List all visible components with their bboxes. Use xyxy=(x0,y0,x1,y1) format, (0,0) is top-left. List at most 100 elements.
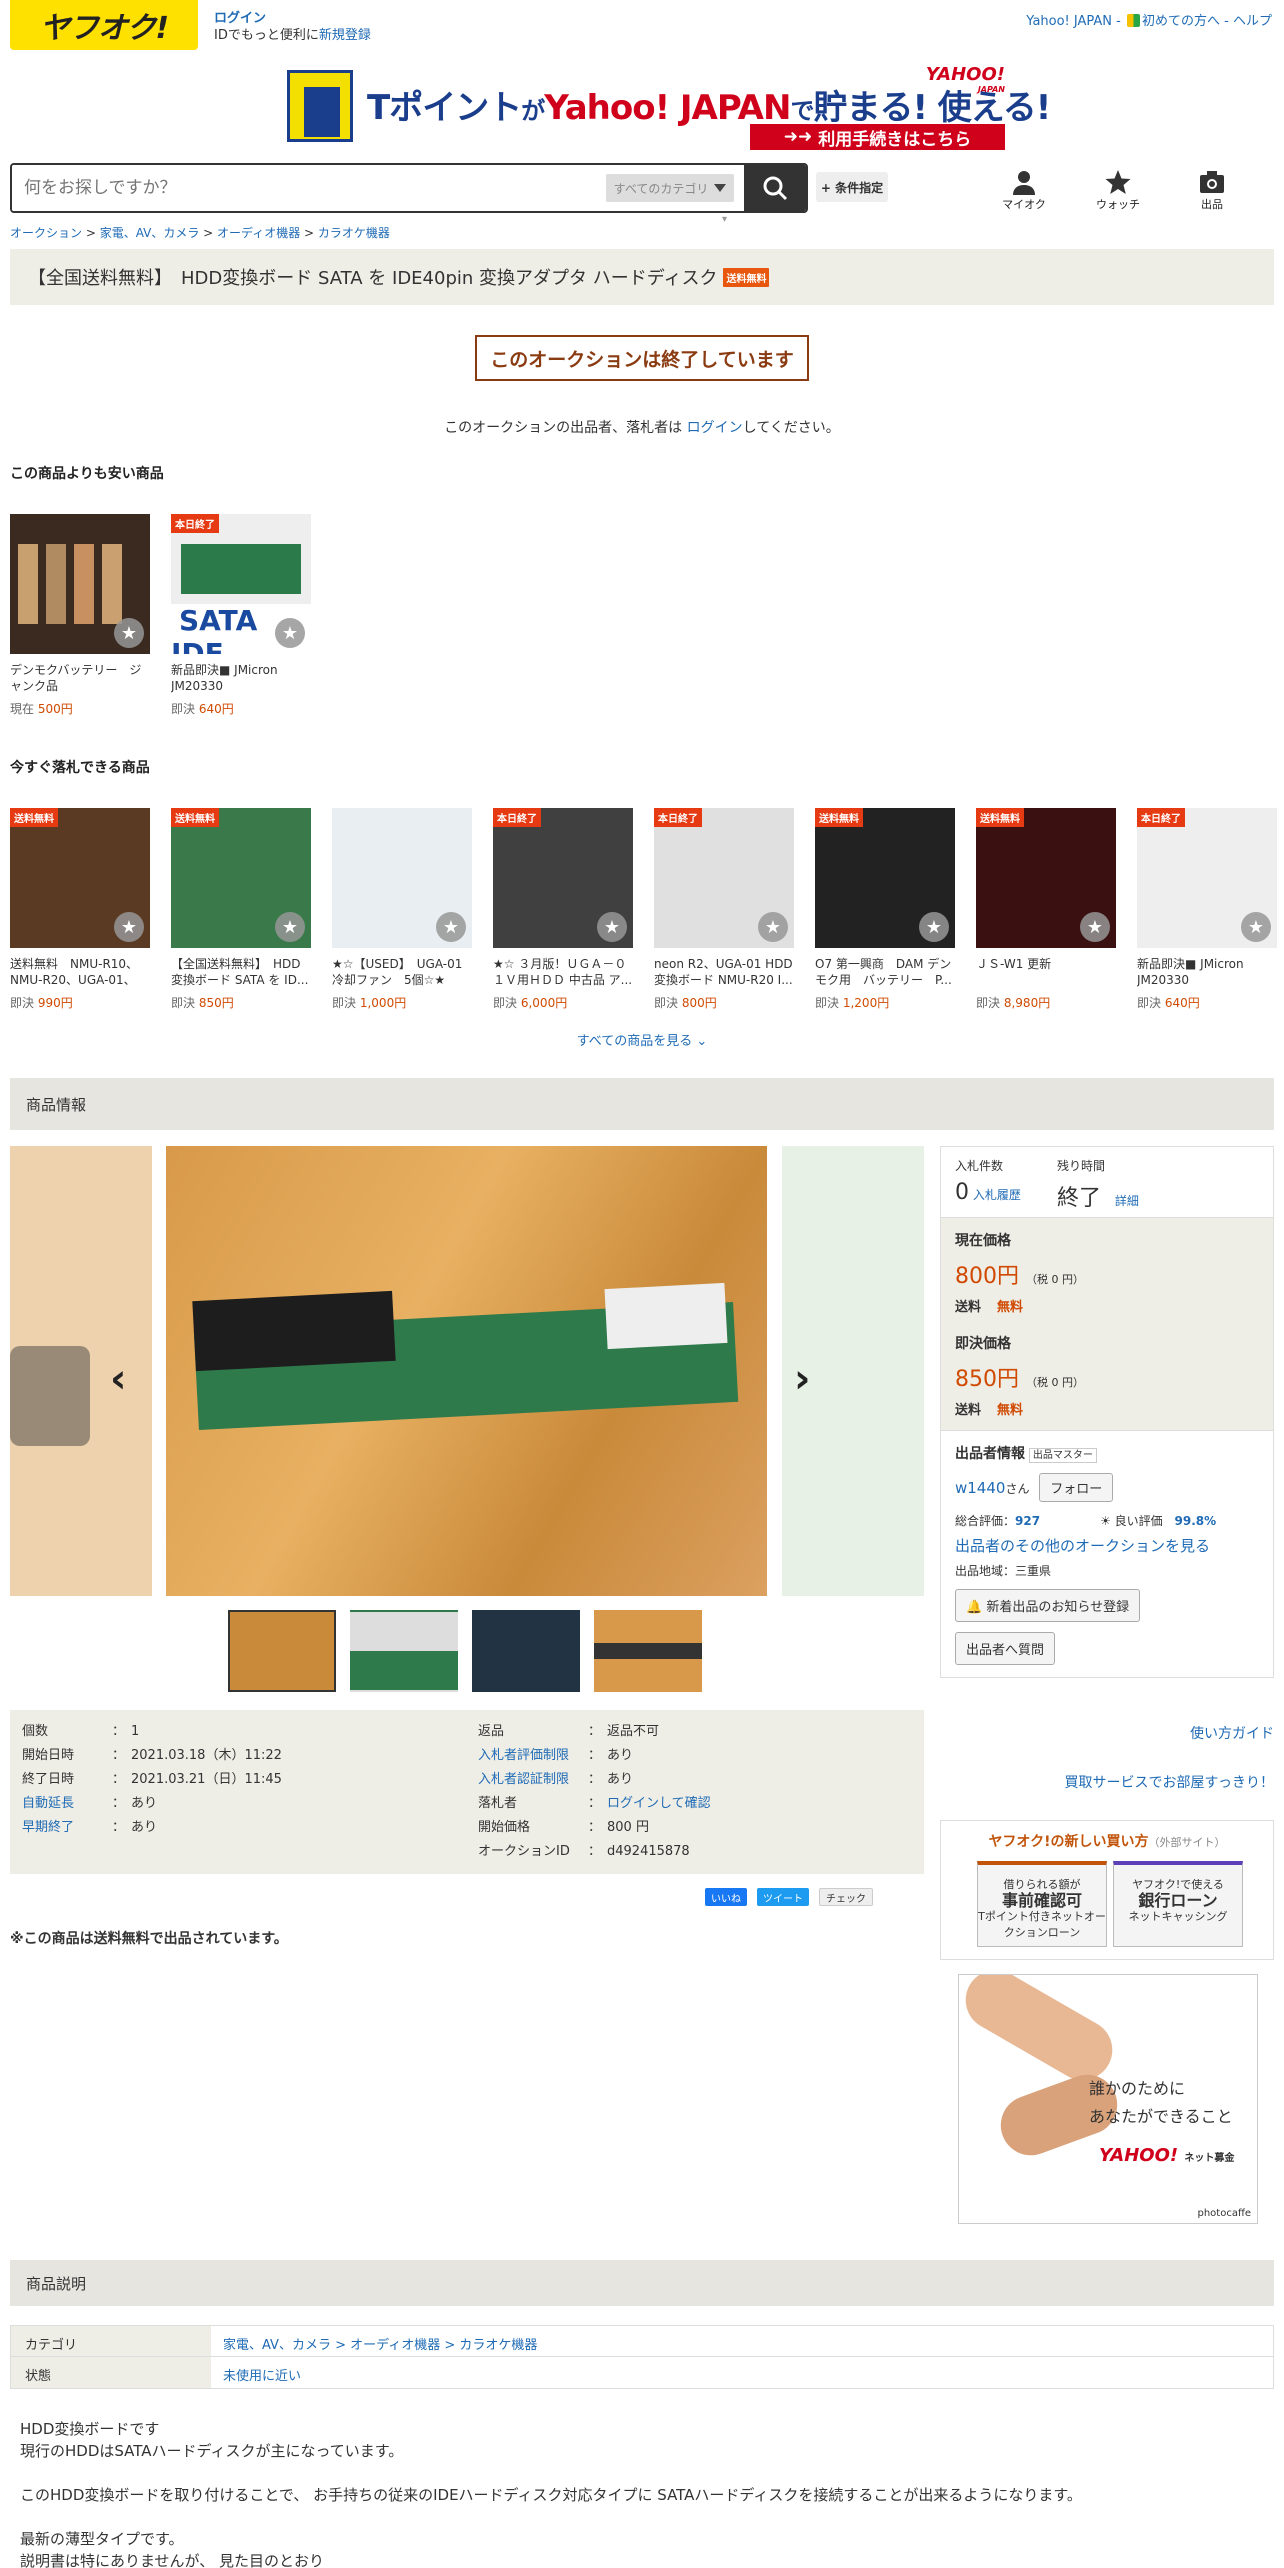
thumbnail[interactable] xyxy=(228,1610,336,1692)
breadcrumb-item[interactable]: 家電、AV、カメラ xyxy=(100,226,200,240)
product-card[interactable]: 本日終了 ★ 新品即決■ JMicron JM20330 SATA→IDE40pin… xyxy=(1137,808,1277,1011)
thumbnail[interactable] xyxy=(594,1610,702,1692)
login-box: ログイン IDでもっと便利に新規登録 xyxy=(214,10,371,44)
chevron-down-icon: ⌄ xyxy=(696,1034,708,1049)
ribbon-badge: 送料無料 xyxy=(815,808,863,827)
spec-right-column: 返品：返品不可 入札者評価制限：あり 入札者認証制限：あり 落札者：ログインして確認開… xyxy=(478,1720,711,1864)
product-card[interactable]: 送料無料 ★ 送料無料 NMU-R10、NMU-R20、UGA-01、B... 即決 … xyxy=(10,808,150,1011)
ribbon-badge: 送料無料 xyxy=(976,808,1024,827)
bid-history-link[interactable]: 入札履歴 xyxy=(973,1188,1021,1202)
spec-value: d492415878 xyxy=(607,1844,690,1859)
watch-star-icon[interactable]: ★ xyxy=(919,912,949,942)
image-gallery: ‹ › xyxy=(10,1146,924,1596)
search-button[interactable] xyxy=(744,165,806,211)
banner-signup-button[interactable]: ➜➜ 利用手続きはこちら xyxy=(750,124,1005,150)
product-card[interactable]: ★ デンモクバッテリー ジャンク品 現在 500円 xyxy=(10,514,150,717)
product-card[interactable]: 本日終了 ★ neon R2、UGA-01 HDD変換ボード NMU-R20 I..… xyxy=(654,808,794,1011)
detail-link[interactable]: 詳細 xyxy=(1115,1194,1139,1208)
other-auctions-link[interactable]: 出品者のその他のオークションを見る xyxy=(955,1537,1210,1555)
tweet-button[interactable]: ツイート xyxy=(757,1888,809,1906)
help-link[interactable]: ヘルプ xyxy=(1233,14,1272,29)
spec-value[interactable]: ログインして確認 xyxy=(607,1796,711,1811)
facebook-like-button[interactable]: いいね xyxy=(705,1888,747,1906)
breadcrumb-item[interactable]: カラオケ機器 xyxy=(318,226,390,240)
seller-name-link[interactable]: w1440 xyxy=(955,1479,1005,1497)
see-all-link[interactable]: すべての商品を見る ⌄ xyxy=(0,1030,1284,1049)
mixi-check-button[interactable]: チェック xyxy=(819,1888,873,1906)
new-buy-title: ヤフオク!の新しい買い方 xyxy=(988,1834,1149,1850)
nav-watch[interactable]: ウォッチ xyxy=(1094,168,1142,212)
total-rating-link[interactable]: 927 xyxy=(1015,1514,1040,1528)
thumbnail[interactable] xyxy=(350,1610,458,1692)
watch-star-icon[interactable]: ★ xyxy=(758,912,788,942)
yahoo-japan-link[interactable]: Yahoo! JAPAN xyxy=(1026,14,1112,29)
category-select[interactable]: すべてのカテゴリ xyxy=(606,174,734,202)
tpoint-banner[interactable]: YAHOO! JAPAN TポイントがYahoo! JAPANで貯まる! 使える!… xyxy=(286,63,1051,151)
gallery-next-icon[interactable]: › xyxy=(794,1356,810,1402)
product-image: 本日終了 ★ xyxy=(1137,808,1277,948)
cheaper-heading: この商品よりも安い商品 xyxy=(10,466,164,482)
bids-label: 入札件数 xyxy=(955,1159,1004,1173)
spec-value: 2021.03.21（日）11:45 xyxy=(131,1772,282,1787)
watch-star-icon[interactable]: ★ xyxy=(1080,912,1110,942)
watch-star-icon[interactable]: ★ xyxy=(436,912,466,942)
product-image: 本日終了 ★ xyxy=(654,808,794,948)
watch-star-icon[interactable]: ★ xyxy=(275,912,305,942)
breadcrumb-item[interactable]: オーディオ機器 xyxy=(217,226,300,240)
product-card[interactable]: 送料無料 ★ 【全国送料無料】 HDD変換ボード SATA を ID... 即決 85… xyxy=(171,808,311,1011)
yahuoku-logo[interactable]: ヤフオク! xyxy=(10,0,198,50)
spec-key[interactable]: 早期終了 xyxy=(22,1816,112,1840)
watch-star-icon[interactable]: ★ xyxy=(114,912,144,942)
category-value-link[interactable]: 家電、AV、カメラ > オーディオ機器 > カラオケ機器 xyxy=(211,2326,549,2356)
product-card[interactable]: 本日終了 ★ ★☆ ３月版！ＵＧＡ－０１Ｖ用ＨＤＤ 中古品 ア... 即決 6,000… xyxy=(493,808,633,1011)
product-price: 即決 1,200円 xyxy=(815,996,890,1010)
buynow-heading: 今すぐ落札できる商品 xyxy=(10,760,150,776)
breadcrumb-item[interactable]: オークション xyxy=(10,226,82,240)
thumbnail[interactable] xyxy=(472,1610,580,1692)
beginner-link[interactable]: 初めての方へ xyxy=(1142,14,1220,29)
nav-sell[interactable]: 出品 xyxy=(1188,168,1236,212)
good-rating-link[interactable]: 99.8% xyxy=(1175,1514,1217,1528)
login-link[interactable]: ログイン xyxy=(214,11,266,26)
guide-link[interactable]: 使い方ガイド xyxy=(1190,1723,1274,1743)
buyback-link[interactable]: 買取サービスでお部屋すっきり！ xyxy=(1065,1772,1274,1792)
price-area: 現在価格 800円 （税 0 円） 送料 無料 即決価格 850円 （税 0 円）… xyxy=(941,1217,1273,1430)
current-shipping: 送料 無料 xyxy=(955,1300,1024,1315)
banner-headline: TポイントがYahoo! JAPANで貯まる! 使える! xyxy=(367,88,1051,128)
gallery-prev-icon[interactable]: ‹ xyxy=(110,1356,126,1402)
product-card[interactable]: ★ ★☆【USED】 UGA-01冷却ファン 5個☆★ 即決 1,000円 xyxy=(332,808,472,1011)
condition-button[interactable]: + 条件指定 xyxy=(816,172,888,202)
follow-button[interactable]: フォロー xyxy=(1039,1473,1114,1502)
loan-precheck-button[interactable]: 借りられる額が 事前確認可 Tポイント付きネットオークションローン xyxy=(977,1861,1107,1947)
ribbon-badge: 本日終了 xyxy=(493,808,541,827)
question-button[interactable]: 出品者へ質問 xyxy=(955,1632,1056,1665)
donation-ad[interactable]: 誰かのために あなたができること YAHOO! ネット募金 photocaffe xyxy=(958,1974,1258,2224)
spec-value: 800 円 xyxy=(607,1820,649,1835)
spec-key[interactable]: 入札者認証制限 xyxy=(478,1768,588,1792)
user-icon xyxy=(1013,171,1035,195)
spec-key[interactable]: 入札者評価制限 xyxy=(478,1744,588,1768)
description-heading: 商品説明 xyxy=(10,2260,1274,2306)
buynow-price-label: 即決価格 xyxy=(955,1336,1011,1352)
bank-loan-button[interactable]: ヤフオク!で使える 銀行ローン ネットキャッシング xyxy=(1113,1861,1243,1947)
spec-key: オークションID xyxy=(478,1844,570,1859)
watch-star-icon[interactable]: ★ xyxy=(597,912,627,942)
dropdown-triangle-icon xyxy=(714,184,727,192)
product-card[interactable]: 送料無料 ★ ＪＳ-W1 更新 即決 8,980円 xyxy=(976,808,1116,1011)
nav-myauction[interactable]: マイオク xyxy=(1000,168,1048,212)
watch-star-icon[interactable]: ★ xyxy=(275,618,305,648)
ad-line: あなたができること xyxy=(1089,2107,1233,2126)
search-input[interactable] xyxy=(12,165,606,211)
auction-ended-notice: このオークションは終了しています xyxy=(475,335,809,381)
watch-star-icon[interactable]: ★ xyxy=(114,618,144,648)
product-card[interactable]: SATA IDE 本日終了 ★ 新品即決■ JMicron JM20330 SA… xyxy=(171,514,311,717)
spec-key[interactable]: 自動延長 xyxy=(22,1792,112,1816)
watch-star-icon[interactable]: ★ xyxy=(1241,912,1271,942)
product-card[interactable]: 送料無料 ★ O7 第一興商 DAM デンモク用 バッテリー P... 即決 1,20… xyxy=(815,808,955,1011)
login-link[interactable]: ログイン xyxy=(687,420,743,436)
notify-button[interactable]: 🔔 新着出品のお知らせ登録 xyxy=(955,1589,1141,1622)
seller-master-badge: 出品マスター xyxy=(1028,1448,1097,1463)
condition-value-link[interactable]: 未使用に近い xyxy=(211,2357,313,2388)
register-link[interactable]: 新規登録 xyxy=(319,28,371,43)
ended-login-note: このオークションの出品者、落札者は ログインしてください。 xyxy=(444,420,840,436)
